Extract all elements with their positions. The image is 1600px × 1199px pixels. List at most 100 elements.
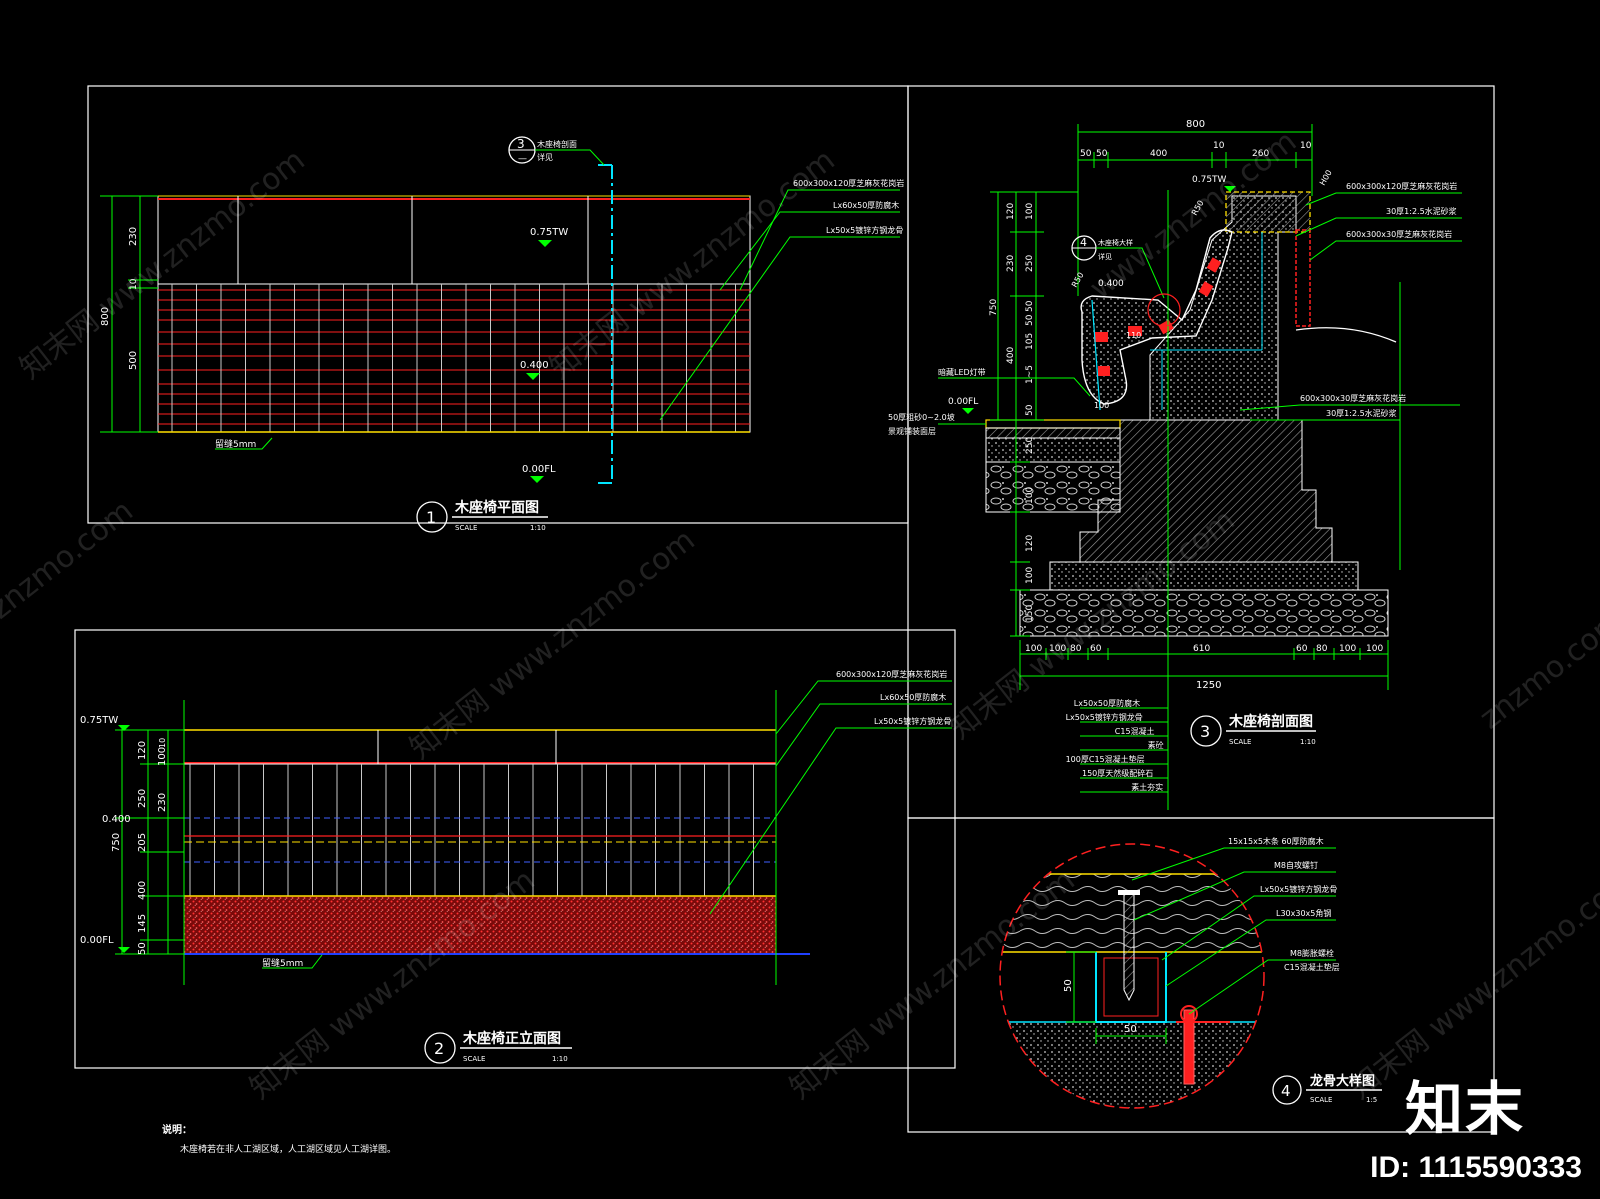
v2-dim-145: 145 [137,914,148,933]
v3-title-number: 3 [1200,722,1210,741]
v3-concrete-pad [1049,561,1359,591]
v2-dim-400: 400 [137,881,148,900]
v3-dim-left-250: 250 [1025,437,1035,454]
v2-dim-inner-10: 10 [158,738,167,748]
v3-dim-inner-50b: 50 [1025,314,1035,326]
v4-dim-width: 50 [1124,1024,1137,1035]
v3-detail-mark-number: 4 [1080,236,1087,249]
v3-dim-top-10b: 10 [1300,141,1312,151]
v3-dim-inner-100: 100 [1025,203,1035,220]
v2-dim-inner-230: 230 [157,793,168,812]
v2-slat-face [183,763,777,897]
v2-dim-50: 50 [137,942,148,955]
v4-dim-height: 50 [1063,979,1074,992]
v3-dim-left-120b: 120 [1025,535,1035,552]
v4-callout-3: L30x30x5角钢 [1276,908,1331,918]
v3-layer-note: 100厚C15混凝土垫层 [1066,754,1145,764]
v2-callout-steel: Lx50x5镀锌方钢龙骨 [874,716,951,726]
v3-layer-note: 素土夯实 [1131,782,1163,792]
v4-callout-5: C15混凝土垫层 [1284,962,1340,972]
v4-callout-1: M8自攻螺钉 [1274,860,1318,870]
v3-layer-note: 150厚天然级配碎石 [1082,768,1153,778]
v3-dim-top-50b: 50 [1096,149,1108,159]
v1-section-mark-sub: 详见 [537,152,553,162]
v4-title-number: 4 [1281,1082,1291,1100]
v3-dim-inner-105: 105 [1025,333,1035,350]
brand-logo: 知末 [1405,1075,1526,1143]
v1-level-000fl: 0.00FL [522,464,556,475]
v3-dim-top-50a: 50 [1080,149,1092,159]
v3-paving [985,419,1121,429]
frame-view1 [87,85,909,524]
v3-dim-inner-250: 250 [1025,255,1035,272]
v2-scale-value: 1:10 [552,1055,568,1063]
v3-dim-left-750: 750 [989,299,999,316]
v3-dim-inner-50a: 50 [1025,300,1035,312]
v2-capstone [183,729,777,765]
v3-scale-value: 1:10 [1300,738,1316,746]
v2-dim-750: 750 [111,833,122,852]
v3-rnote-0: 600x300x120厚芝麻灰花岗岩 [1346,181,1457,191]
v3-dim-bottom-value: 610 [1193,644,1210,654]
v4-scale-label: SCALE [1310,1096,1332,1104]
v3-dim-800: 800 [1186,119,1205,130]
v1-scale-value: 1:10 [530,524,546,532]
v1-dim-230: 230 [128,227,139,246]
v2-level-0400: 0.400 [102,814,131,825]
v1-title: 木座椅平面图 [454,499,539,516]
v1-section-mark-sheet: — [518,154,527,164]
v1-section-mark-number: 3 [517,137,525,151]
v3-layer-note: Lx50x5镀锌方钢龙骨 [1066,712,1143,722]
v3-dim-bottom-value: 100 [1339,644,1356,654]
v3-rnote-1: 30厚1:2.5水泥砂浆 [1386,206,1457,216]
v1-level-0400: 0.400 [520,360,549,371]
v4-callout-2: Lx50x5镀锌方钢龙骨 [1260,884,1337,894]
v3-rnote-2: 600x300x30厚芝麻灰花岗岩 [1346,229,1452,239]
v3-scale-label: SCALE [1229,738,1251,746]
watermark-text: 知末网 www.znzmo.com [13,143,311,387]
v4-callout-4: M8膨胀螺栓 [1290,948,1334,958]
v2-level-000fl: 0.00FL [80,935,114,946]
v3-dim-left-50: 50 [1025,404,1035,416]
v1-title-number: 1 [426,508,436,527]
v2-dim-205: 205 [137,833,148,852]
watermark-text: znzmo.com [1473,603,1600,736]
v3-layer-note: 素砼 [1148,740,1164,750]
v4-screw [1123,893,1135,1002]
v1-gap-note: 留缝5mm [215,438,256,450]
v3-dim-left-120: 120 [1006,203,1016,220]
v3-level-000fl: 0.00FL [948,397,978,407]
v1-dim-500: 500 [128,351,139,370]
v2-callout-stone: 600x300x120厚芝麻灰花岗岩 [836,669,947,679]
v3-layer-note: C15混凝土 [1115,726,1155,736]
notes-heading: 说明： [162,1123,192,1136]
v2-dim-250: 250 [137,789,148,808]
v3-label-h00: H00 [1318,168,1334,187]
v2-scale-label: SCALE [463,1055,485,1063]
v3-rnote-4: 30厚1:2.5水泥砂浆 [1326,408,1397,418]
v2-title: 木座椅正立面图 [462,1030,561,1047]
v3-dim-bottom-value: 100 [1366,644,1383,654]
v3-title: 木座椅剖面图 [1228,713,1313,730]
v1-callout-wood: Lx60x50厚防腐木 [833,200,899,210]
v3-dim-left-100: 100 [1025,487,1035,504]
v3-dim-bottom-value: 60 [1296,644,1308,654]
watermark-text: znzmo.com [0,493,140,626]
v2-callout-wood: Lx60x50厚防腐木 [880,692,946,702]
v1-section-mark-caption: 木座椅剖面 [537,139,577,149]
notes-text: 木座椅若在非人工湖区域，人工湖区域见人工湖详图。 [180,1143,396,1155]
v2-gap-note: 留缝5mm [262,957,303,969]
v3-label-110: 110 [1126,331,1141,340]
v3-back-cladding [1295,229,1311,327]
v3-layer-note: Lx50x50厚防腐木 [1074,698,1140,708]
v2-dim-inner-100: 100 [157,747,168,766]
asset-id-label: ID: 1115590333 [1370,1151,1582,1184]
v1-callout-steel: Lx50x5镀锌方钢龙骨 [826,225,903,235]
v2-dim-120: 120 [137,741,148,760]
v3-dim-bottom-value: 80 [1316,644,1328,654]
v1-scale-label: SCALE [455,524,477,532]
v3-note-sand: 50厚粗砂0~2.0坡 [888,412,955,422]
v3-rnote-3: 600x300x30厚芝麻灰花岗岩 [1300,393,1406,403]
v3-note-paving: 景观铺装面层 [888,426,936,436]
v3-dim-left-230: 230 [1006,255,1016,272]
